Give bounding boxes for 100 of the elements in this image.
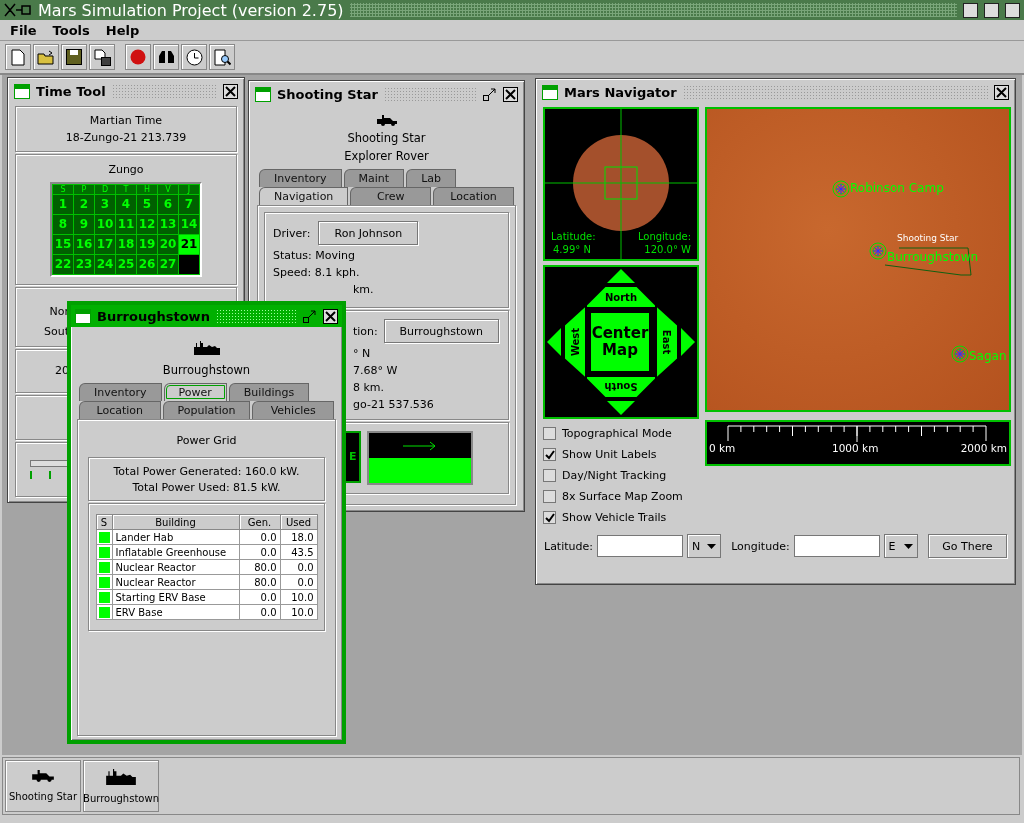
calendar-day[interactable]: 27	[158, 254, 178, 274]
weekday-label: T	[116, 184, 136, 194]
checkbox[interactable]	[543, 490, 556, 503]
close-button[interactable]	[503, 86, 518, 102]
scale-label: 0 km	[709, 442, 736, 454]
calendar-day[interactable]: 5	[137, 194, 157, 214]
tab[interactable]: Location	[79, 401, 161, 419]
tab[interactable]: Crew	[350, 187, 432, 205]
mars-surface-map[interactable]: Robinson Camp Shooting Star Burroughstown Sagan	[705, 107, 1011, 412]
tab[interactable]: Inventory	[259, 169, 342, 187]
calendar-day[interactable]: 23	[74, 254, 94, 274]
maximize-button[interactable]	[984, 2, 999, 18]
calendar-day[interactable]: 24	[95, 254, 115, 274]
center-map-button[interactable]: Center Map	[591, 313, 649, 371]
settlement-marker[interactable]	[832, 180, 850, 198]
longitude-input[interactable]	[793, 535, 880, 557]
calendar-day[interactable]: 18	[116, 234, 136, 254]
checkbox[interactable]	[543, 448, 556, 461]
latitude-label: Latitude:	[551, 231, 596, 243]
calendar-day[interactable]: 1	[53, 194, 73, 214]
tab[interactable]: Inventory	[79, 383, 162, 401]
iconify-button[interactable]	[302, 308, 317, 324]
month-name: Zungo	[108, 162, 144, 176]
scale-label: 1000 km	[832, 442, 879, 454]
checkbox[interactable]	[543, 511, 556, 524]
settlement-marker[interactable]	[951, 345, 969, 363]
time-tool-button[interactable]	[181, 44, 207, 70]
calendar-day[interactable]: 7	[179, 194, 199, 214]
direction-dropdown[interactable]: N	[687, 534, 722, 558]
menu-item[interactable]: Tools	[46, 21, 96, 39]
window-icon	[14, 83, 30, 99]
calendar-day[interactable]: 22	[53, 254, 73, 274]
calendar-day[interactable]: 15	[53, 234, 73, 254]
map-unit-label: Robinson Camp	[850, 181, 944, 195]
close-button[interactable]	[1005, 2, 1020, 18]
app-title: Mars Simulation Project (version 2.75)	[38, 0, 344, 20]
tab[interactable]: Population	[162, 401, 251, 419]
calendar-day[interactable]: 8	[53, 214, 73, 234]
tab[interactable]: Power	[163, 383, 227, 401]
weekday-label: S	[53, 184, 73, 194]
settlement-marker[interactable]	[869, 242, 887, 260]
calendar-day[interactable]: 17	[95, 234, 115, 254]
calendar-day[interactable]: 16	[74, 234, 94, 254]
new-button[interactable]	[5, 44, 31, 70]
column-header[interactable]: Used	[280, 514, 317, 530]
close-button[interactable]	[223, 83, 238, 99]
vehicle-type: Explorer Rover	[344, 149, 429, 163]
calendar-day[interactable]: 3	[95, 194, 115, 214]
longitude-field-label: Longitude:	[731, 539, 790, 553]
taskbar-button[interactable]: Burroughstown	[83, 760, 159, 812]
longitude-label: Longitude:	[637, 231, 691, 243]
minimize-button[interactable]	[963, 2, 978, 18]
close-button[interactable]	[323, 308, 338, 324]
calendar-day[interactable]: 13	[158, 214, 178, 234]
navigator-button[interactable]	[153, 44, 179, 70]
slider-track[interactable]	[30, 460, 68, 467]
weekday-label: V	[158, 184, 178, 194]
latitude-value: 4.99° N	[553, 244, 591, 256]
calendar-day[interactable]: 25	[116, 254, 136, 274]
open-button[interactable]	[33, 44, 59, 70]
column-header[interactable]: S	[96, 514, 112, 530]
calendar-day[interactable]: 21	[179, 234, 199, 254]
calendar-day[interactable]: 2	[74, 194, 94, 214]
calendar-day[interactable]: 6	[158, 194, 178, 214]
tab[interactable]: Navigation	[259, 187, 349, 205]
calendar-day[interactable]: 26	[137, 254, 157, 274]
calendar-day[interactable]: 10	[95, 214, 115, 234]
calendar-day[interactable]: 9	[74, 214, 94, 234]
menu-item[interactable]: Help	[99, 21, 146, 39]
tab[interactable]: Buildings	[228, 383, 310, 401]
document-icon	[11, 48, 25, 66]
calendar-day[interactable]: 11	[116, 214, 136, 234]
taskbar-button[interactable]: Shooting Star	[5, 760, 81, 812]
direction-dropdown[interactable]: E	[883, 534, 918, 558]
tab[interactable]: Location	[433, 187, 514, 205]
tab[interactable]: Lab	[406, 169, 456, 187]
calendar-day[interactable]: 20	[158, 234, 178, 254]
tab[interactable]: Vehicles	[252, 401, 334, 419]
latitude-input[interactable]	[597, 535, 683, 557]
mars-button[interactable]	[125, 44, 151, 70]
column-header[interactable]: Gen.	[239, 514, 280, 530]
tab[interactable]: Maint	[343, 169, 405, 187]
close-button[interactable]	[994, 84, 1009, 100]
driver-button[interactable]: Ron Johnson	[318, 221, 419, 245]
search-button[interactable]	[209, 44, 235, 70]
calendar-day[interactable]: 4	[116, 194, 136, 214]
save-as-button[interactable]	[89, 44, 115, 70]
save-button[interactable]	[61, 44, 87, 70]
calendar-day[interactable]: 12	[137, 214, 157, 234]
menu-item[interactable]: File	[4, 21, 43, 39]
calendar-day[interactable]: 14	[179, 214, 199, 234]
destination-button[interactable]: Burroughstown	[383, 319, 499, 343]
calendar-day[interactable]: 19	[137, 234, 157, 254]
go-there-button[interactable]: Go There	[927, 534, 1007, 558]
iconify-button[interactable]	[482, 86, 497, 102]
season-text: Nor	[48, 304, 69, 320]
checkbox[interactable]	[543, 427, 556, 440]
column-header[interactable]: Building	[112, 514, 239, 530]
checkbox[interactable]	[543, 469, 556, 482]
driver-label: Driver:	[273, 226, 311, 240]
